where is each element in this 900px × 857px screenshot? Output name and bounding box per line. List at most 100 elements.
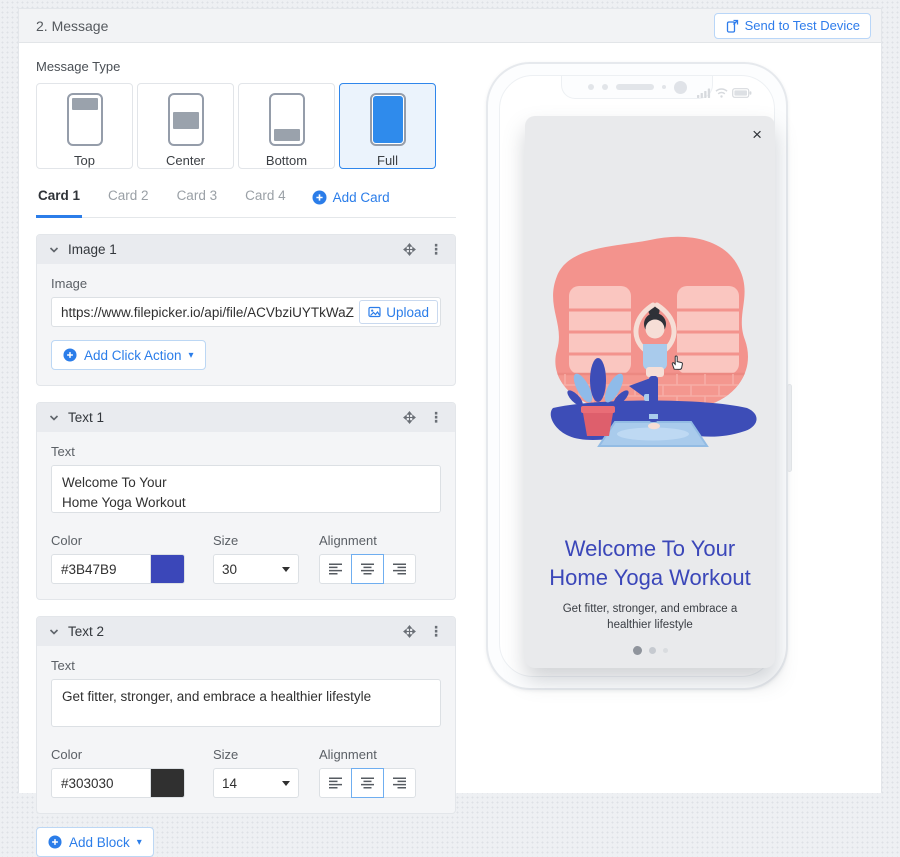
chevron-down-icon[interactable] <box>49 245 59 255</box>
text1-size-select[interactable]: 30 <box>213 554 299 584</box>
tab-card-3[interactable]: Card 3 <box>175 188 220 218</box>
text1-input[interactable]: Welcome To Your Home Yoga Workout <box>51 465 441 513</box>
tab-card-4[interactable]: Card 4 <box>243 188 288 218</box>
status-bar-icons <box>697 88 752 98</box>
type-full-icon <box>370 93 406 146</box>
kebab-menu-icon[interactable]: ⋮ <box>429 241 443 258</box>
add-click-action-button[interactable]: Add Click Action ▾ <box>51 340 206 370</box>
text2-field-label: Text <box>51 658 441 673</box>
sensor-dot-icon <box>588 84 594 90</box>
send-to-test-device-button[interactable]: Send to Test Device <box>714 13 871 39</box>
message-type-bottom[interactable]: Bottom <box>238 83 335 169</box>
preview-subtitle: Get fitter, stronger, and embrace a heal… <box>544 602 756 633</box>
add-block-button[interactable]: Add Block ▾ <box>36 827 154 857</box>
tab-card-2[interactable]: Card 2 <box>106 188 151 218</box>
drag-move-icon[interactable] <box>403 625 416 638</box>
text2-alignment-label: Alignment <box>319 747 416 762</box>
message-type-center[interactable]: Center <box>137 83 234 169</box>
phone-preview: × <box>486 62 788 690</box>
inapp-message-modal: × <box>525 116 775 668</box>
tab-card-1[interactable]: Card 1 <box>36 188 82 218</box>
text2-input[interactable]: Get fitter, stronger, and embrace a heal… <box>51 679 441 727</box>
image-block: Image 1 ⋮ Image Upload <box>36 234 456 386</box>
text2-color-swatch[interactable] <box>151 768 185 798</box>
plus-circle-icon <box>63 348 77 362</box>
send-to-test-device-label: Send to Test Device <box>745 18 860 33</box>
text2-align-right-button[interactable] <box>383 768 416 798</box>
text1-color-label: Color <box>51 533 185 548</box>
text1-align-right-button[interactable] <box>383 554 416 584</box>
text2-block: Text 2 ⋮ Text Get fitter, stronger, and … <box>36 616 456 814</box>
text1-field-label: Text <box>51 444 441 459</box>
text2-size-label: Size <box>213 747 299 762</box>
close-icon[interactable]: × <box>752 126 762 143</box>
text1-size-label: Size <box>213 533 299 548</box>
text1-block-header[interactable]: Text 1 ⋮ <box>37 403 455 432</box>
kebab-menu-icon[interactable]: ⋮ <box>429 623 443 640</box>
align-center-icon <box>360 563 375 575</box>
text1-align-left-button[interactable] <box>319 554 352 584</box>
camera-icon <box>674 81 687 94</box>
type-bottom-icon <box>269 93 305 146</box>
sensor-dot-icon <box>662 85 666 89</box>
text2-size-select[interactable]: 14 <box>213 768 299 798</box>
phone-notch <box>561 76 713 99</box>
message-step-panel: 2. Message Send to Test Device Message T… <box>18 8 882 793</box>
message-type-full[interactable]: Full <box>339 83 436 169</box>
pagination-dots <box>633 646 668 655</box>
text2-color-input[interactable] <box>51 768 151 798</box>
text2-align-left-button[interactable] <box>319 768 352 798</box>
pagination-dot[interactable] <box>649 647 656 654</box>
kebab-menu-icon[interactable]: ⋮ <box>429 409 443 426</box>
plus-circle-icon <box>312 190 327 205</box>
preview-title: Welcome To Your Home Yoga Workout <box>535 534 765 592</box>
card-tabs: Card 1 Card 2 Card 3 Card 4 Add Card <box>36 188 456 218</box>
text1-alignment-label: Alignment <box>319 533 416 548</box>
plus-circle-icon <box>48 835 62 849</box>
text1-align-center-button[interactable] <box>351 554 384 584</box>
text1-color-swatch[interactable] <box>151 554 185 584</box>
drag-move-icon[interactable] <box>403 411 416 424</box>
align-left-icon <box>328 777 343 789</box>
chevron-down-icon[interactable] <box>49 413 59 423</box>
phone-screen: × <box>499 75 775 677</box>
step-title: 2. Message <box>36 18 108 34</box>
yoga-illustration <box>525 228 775 458</box>
type-center-icon <box>168 93 204 146</box>
text2-block-header[interactable]: Text 2 ⋮ <box>37 617 455 646</box>
phone-side-button <box>787 384 792 472</box>
sensor-dot-icon <box>602 84 608 90</box>
message-type-selector: Top Center Bottom Full <box>36 83 456 169</box>
hand-cursor-icon <box>668 354 685 371</box>
message-type-top[interactable]: Top <box>36 83 133 169</box>
chevron-down-icon[interactable] <box>49 627 59 637</box>
select-caret-icon <box>282 781 290 786</box>
text2-align-center-button[interactable] <box>351 768 384 798</box>
message-type-label: Message Type <box>36 59 456 74</box>
align-right-icon <box>392 563 407 575</box>
wifi-icon <box>715 88 728 98</box>
battery-icon <box>732 88 752 98</box>
preview-area: × <box>456 43 881 793</box>
add-card-button[interactable]: Add Card <box>312 190 390 217</box>
image-block-header[interactable]: Image 1 ⋮ <box>37 235 455 264</box>
pagination-dot[interactable] <box>663 648 668 653</box>
image-field-label: Image <box>51 276 441 291</box>
drag-move-icon[interactable] <box>403 243 416 256</box>
device-send-icon <box>725 19 739 33</box>
text1-block: Text 1 ⋮ Text Welcome To Your Home Yoga … <box>36 402 456 600</box>
align-center-icon <box>360 777 375 789</box>
select-caret-icon <box>282 567 290 572</box>
upload-image-icon <box>368 306 381 318</box>
pagination-dot-active[interactable] <box>633 646 642 655</box>
speaker-icon <box>616 84 654 90</box>
type-top-icon <box>67 93 103 146</box>
text1-color-input[interactable] <box>51 554 151 584</box>
caret-down-icon: ▾ <box>189 350 194 361</box>
message-editor: Message Type Top Center Bottom Full <box>19 43 456 793</box>
signal-icon <box>697 88 711 98</box>
text2-color-label: Color <box>51 747 185 762</box>
caret-down-icon: ▾ <box>137 837 142 848</box>
upload-button[interactable]: Upload <box>359 300 438 324</box>
align-right-icon <box>392 777 407 789</box>
